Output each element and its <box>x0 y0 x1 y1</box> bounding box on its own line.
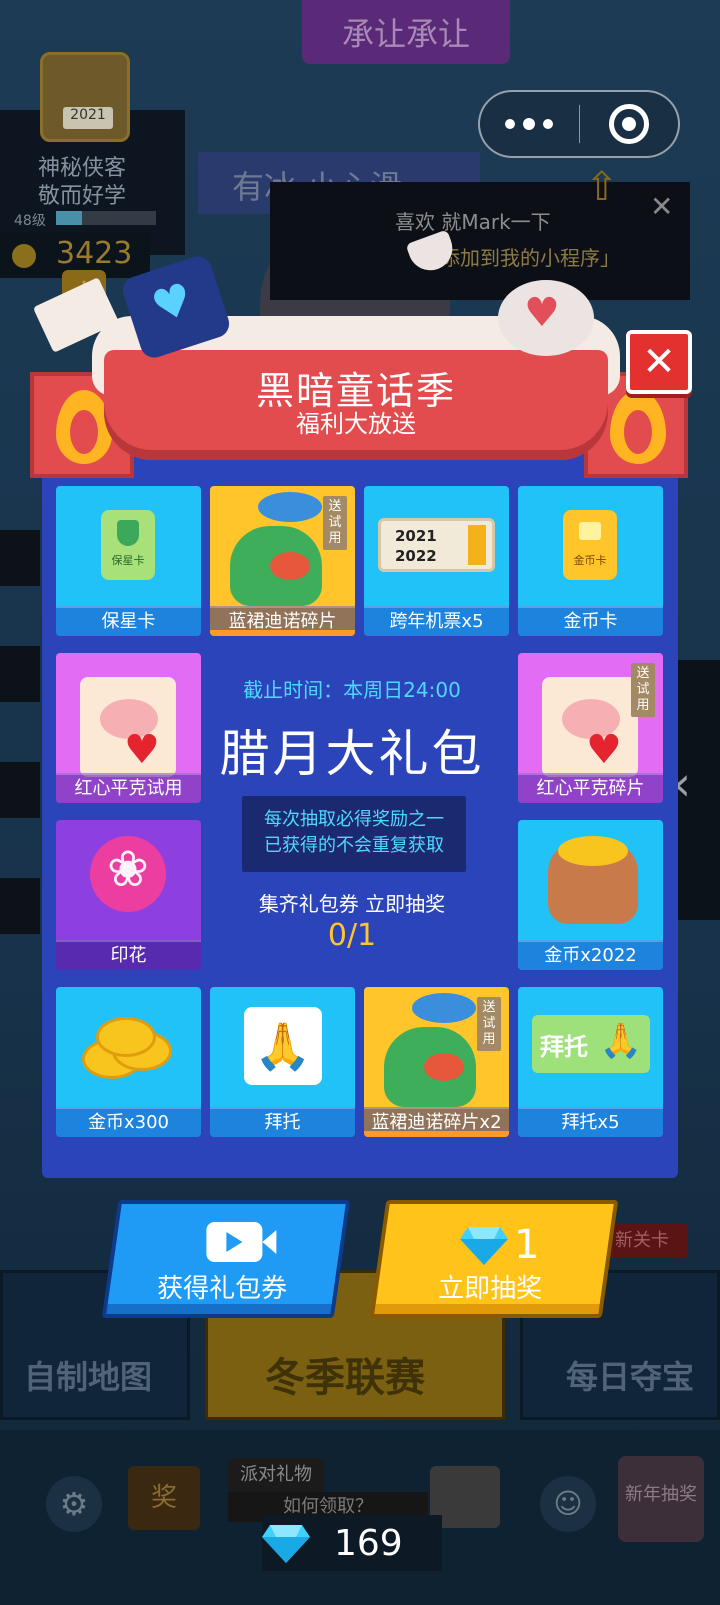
tip-line-2: 添加到我的小程序」 <box>440 246 620 270</box>
reward-tile: 金币x2022 <box>518 820 663 970</box>
trial-tag: 送试用 <box>477 997 501 1051</box>
reward-label: 拜托 <box>210 1107 355 1137</box>
tv-reward-icon[interactable]: 奖 <box>128 1466 200 1530</box>
pray-card-icon: 拜托 🙏 <box>532 1015 650 1073</box>
gift-pack-title: 腊月大礼包 <box>219 725 485 783</box>
coin-count: 3423 <box>56 236 133 271</box>
reward-tile: 送试用 蓝裙迪诺碎片 <box>210 486 355 636</box>
left-side-tabs <box>0 530 44 950</box>
teapot-icon <box>498 280 594 356</box>
reward-tile: 送试用 蓝裙迪诺碎片x2 <box>364 987 509 1137</box>
party-gift-label[interactable]: 派对礼物 <box>228 1458 324 1492</box>
gold-card-icon: 金币卡 <box>563 510 617 580</box>
avatar[interactable]: 2021 <box>40 52 130 142</box>
tip-line-1: 喜欢 就Mark一下 <box>395 210 551 234</box>
reward-label: 跨年机票x5 <box>364 606 509 636</box>
reward-tile: 送试用 红心平克碎片 <box>518 653 663 803</box>
pig-card-icon <box>542 677 638 777</box>
reward-tile: 2021 2022 跨年机票x5 <box>364 486 509 636</box>
get-coupon-label: 获得礼包券 <box>157 1274 288 1304</box>
level-progress-bar <box>56 211 156 225</box>
mode-custom-map-label: 自制地图 <box>24 1358 153 1396</box>
reward-tile: 金币卡 金币卡 <box>518 486 663 636</box>
trial-tag: 送试用 <box>323 496 347 550</box>
reward-label: 保星卡 <box>56 606 201 636</box>
gem-count: 169 <box>334 1522 403 1564</box>
deadline-text: 截止时间：本周日24:00 <box>243 678 461 702</box>
reward-tile: 印花 <box>56 820 201 970</box>
level-progress-fill <box>56 211 82 225</box>
target-icon <box>608 104 649 144</box>
trial-tag: 送试用 <box>631 663 655 717</box>
mode-winter-league-label: 冬季联赛 <box>265 1355 425 1401</box>
dino-icon <box>384 1027 476 1107</box>
reward-label: 金币x2022 <box>518 940 663 970</box>
gift-pack-info: 截止时间：本周日24:00 腊月大礼包 每次抽取必得奖励之一 已获得的不会重复获… <box>202 646 502 953</box>
reward-tile: 拜托 🙏 拜托x5 <box>518 987 663 1137</box>
coupon-progress: 0/1 <box>327 918 377 953</box>
highlight-bar <box>364 1131 509 1137</box>
close-icon: ✕ <box>642 339 676 385</box>
reward-tile: 金币x300 <box>56 987 201 1137</box>
modal-close-button[interactable]: ✕ <box>626 330 692 394</box>
dino-icon <box>230 526 322 606</box>
reward-tile: 保星卡 保星卡 <box>56 486 201 636</box>
reward-label: 红心平克碎片 <box>518 773 663 803</box>
ticket-icon: 2021 2022 <box>378 518 495 572</box>
mini-program-capsule <box>478 90 680 158</box>
exit-mini-program-button[interactable] <box>579 92 678 156</box>
user-motto: 敬而好学 <box>38 184 127 209</box>
diamond-icon <box>459 1225 508 1265</box>
avatar-year: 2021 <box>63 107 113 129</box>
video-camera-icon <box>206 1222 263 1262</box>
top-banner: 承让承让 <box>302 0 510 64</box>
pray-icon: 🙏 <box>244 1007 322 1085</box>
coin-icon <box>12 244 36 268</box>
collect-hint: 集齐礼包券 立即抽奖 <box>258 892 446 916</box>
highlight-bar <box>210 630 355 636</box>
reward-label: 红心平克试用 <box>56 773 201 803</box>
tip-close-icon[interactable]: ✕ <box>650 190 673 223</box>
draw-cost-value: 1 <box>513 1222 540 1268</box>
mode-daily-treasure-label: 每日夺宝 <box>566 1358 695 1396</box>
star-protect-card-icon: 保星卡 <box>101 510 155 580</box>
rule-line-2: 已获得的不会重复获取 <box>264 835 444 856</box>
gear-icon[interactable]: ⚙ <box>46 1476 102 1532</box>
draw-now-label: 立即抽奖 <box>438 1274 543 1304</box>
gem-balance: 169 <box>262 1515 442 1571</box>
new-year-draw-button[interactable]: 新年抽奖 <box>618 1456 704 1542</box>
reward-label: 印花 <box>56 940 201 970</box>
reward-label: 金币卡 <box>518 606 663 636</box>
get-coupon-button[interactable]: 获得礼包券 <box>101 1200 351 1318</box>
pig-card-icon <box>80 677 176 777</box>
chat-icon[interactable]: ☺ <box>540 1476 596 1532</box>
diamond-icon <box>262 1523 310 1563</box>
lotus-icon <box>90 836 166 912</box>
modal-subtitle: 福利大放送 <box>296 410 416 438</box>
user-level: 48级 <box>14 213 46 229</box>
draw-cost: 1 <box>459 1222 550 1268</box>
rules-box: 每次抽取必得奖励之一 已获得的不会重复获取 <box>242 796 466 872</box>
reward-tile: 🙏 拜托 <box>210 987 355 1137</box>
bow-icon <box>258 492 322 522</box>
coin-bag-icon <box>548 836 638 924</box>
reward-label: 拜托x5 <box>518 1107 663 1137</box>
reward-label: 金币x300 <box>56 1107 201 1137</box>
coins-icon <box>74 1009 182 1091</box>
draw-now-button[interactable]: 1 立即抽奖 <box>369 1200 619 1318</box>
reward-tile: 红心平克试用 <box>56 653 201 803</box>
bow-icon <box>412 993 476 1023</box>
arrow-up-icon: ⇧ <box>585 164 619 210</box>
rule-line-1: 每次抽取必得奖励之一 <box>264 809 444 830</box>
more-icon[interactable] <box>480 92 579 156</box>
